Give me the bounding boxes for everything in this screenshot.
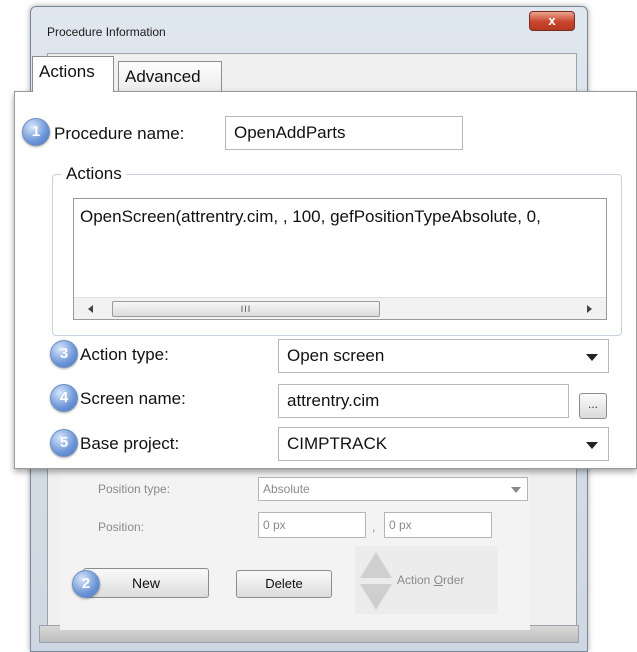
position-type-select[interactable]: Absolute bbox=[258, 477, 528, 501]
position-label: Position: bbox=[98, 520, 145, 534]
tab-actions[interactable]: Actions bbox=[32, 56, 114, 92]
browse-button[interactable]: ... bbox=[579, 393, 607, 419]
callout-2-badge: 2 bbox=[72, 570, 100, 598]
action-type-label: Action type: bbox=[80, 345, 169, 364]
callout-5-badge: 5 bbox=[50, 429, 78, 457]
close-button[interactable]: x bbox=[529, 11, 575, 31]
base-project-select[interactable]: CIMPTRACK bbox=[278, 427, 609, 461]
procedure-name-label: Procedure name: bbox=[54, 124, 185, 143]
base-project-label: Base project: bbox=[80, 434, 180, 453]
scroll-left-icon[interactable] bbox=[88, 305, 93, 313]
action-type-value: Open screen bbox=[287, 346, 385, 365]
chevron-down-icon bbox=[586, 442, 598, 449]
callout-4-badge: 4 bbox=[50, 384, 78, 412]
procedure-name-input[interactable]: OpenAddParts bbox=[225, 116, 463, 150]
scroll-thumb[interactable]: III bbox=[112, 301, 380, 317]
callout-3-badge: 3 bbox=[50, 340, 78, 368]
base-project-value: CIMPTRACK bbox=[287, 434, 388, 453]
action-order-label: Action Order bbox=[397, 573, 465, 587]
position-y-input[interactable]: 0 px bbox=[384, 512, 492, 538]
chevron-down-icon bbox=[511, 487, 521, 493]
position-type-value: Absolute bbox=[263, 482, 310, 496]
chevron-down-icon bbox=[586, 354, 598, 361]
actions-list[interactable]: OpenScreen(attrentry.cim, , 100, gefPosi… bbox=[73, 198, 607, 320]
position-separator: , bbox=[372, 520, 376, 534]
action-entry[interactable]: OpenScreen(attrentry.cim, , 100, gefPosi… bbox=[80, 207, 541, 227]
dialog-title: Procedure Information bbox=[47, 25, 166, 39]
new-button[interactable]: New bbox=[83, 568, 209, 598]
horizontal-scrollbar[interactable]: III bbox=[74, 297, 606, 319]
scroll-right-icon[interactable] bbox=[587, 305, 592, 313]
delete-button[interactable]: Delete bbox=[236, 570, 332, 598]
move-down-icon[interactable] bbox=[360, 584, 392, 610]
screen-name-input[interactable]: attrentry.cim bbox=[278, 384, 569, 418]
position-x-input[interactable]: 0 px bbox=[258, 512, 366, 538]
actions-group-title: Actions bbox=[62, 164, 126, 184]
callout-1-badge: 1 bbox=[22, 118, 50, 146]
screen-name-label: Screen name: bbox=[80, 389, 186, 408]
tab-advanced[interactable]: Advanced bbox=[118, 61, 222, 91]
position-type-label: Position type: bbox=[98, 482, 171, 496]
action-type-select[interactable]: Open screen bbox=[278, 339, 609, 373]
move-up-icon[interactable] bbox=[360, 552, 392, 578]
